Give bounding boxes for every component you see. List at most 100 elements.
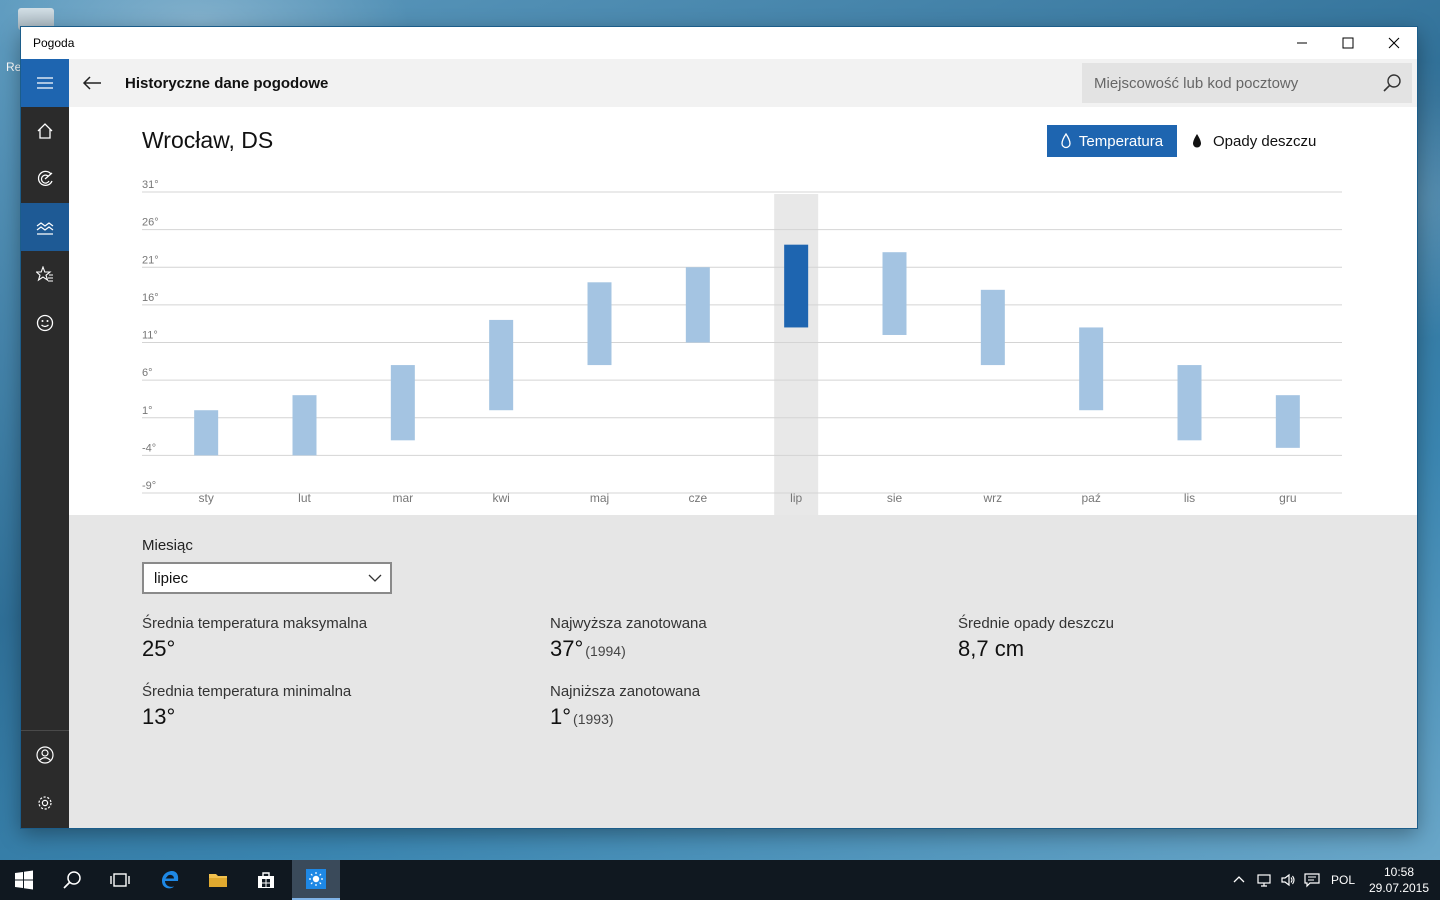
rain-toggle-button[interactable]: Opady deszczu — [1191, 125, 1316, 157]
volume-tray-button[interactable] — [1280, 860, 1296, 900]
nav-maps-button[interactable] — [21, 155, 69, 203]
app-header: Historyczne dane pogodowe — [69, 59, 1417, 107]
start-button[interactable] — [0, 860, 48, 900]
network-icon — [1257, 874, 1271, 887]
favorites-icon — [36, 266, 53, 282]
x-tick-label[interactable]: cze — [688, 491, 707, 505]
historical-chart-icon — [36, 222, 54, 235]
highest-recorded-value: 37° — [550, 636, 584, 661]
search-input[interactable] — [1082, 63, 1384, 103]
highest-recorded-label: Najwyższa zanotowana — [550, 615, 707, 632]
nav-forecast-button[interactable] — [21, 107, 69, 155]
thermometer-icon — [1061, 133, 1071, 149]
temperature-range-bar-lut[interactable] — [292, 395, 317, 456]
temperature-range-bar-mar[interactable] — [390, 365, 415, 441]
sun-icon — [306, 869, 326, 889]
minimize-button[interactable] — [1279, 27, 1325, 59]
weather-app-window: Pogoda Historyczne dane pogodowe Miejsco… — [21, 27, 1417, 828]
avg-rain-label: Średnie opady deszczu — [958, 615, 1114, 632]
window-title: Pogoda — [33, 36, 75, 50]
temperature-toggle-label: Temperatura — [1078, 132, 1164, 150]
raindrop-icon — [1193, 134, 1201, 148]
edge-browser-button[interactable] — [146, 860, 194, 900]
historical-chart-panel: 31° 26° 21° 16° 11° 6° 1° -4° -9° sty lut mar kwi maj… — [69, 107, 1417, 515]
x-tick-label[interactable]: mar — [392, 491, 413, 505]
back-arrow-icon — [82, 76, 101, 90]
selected-month-column — [774, 194, 819, 515]
windows-logo-icon — [15, 870, 33, 890]
temperature-range-bar-paź[interactable] — [1079, 327, 1104, 411]
location-name: Wrocław, DS — [142, 127, 274, 153]
temperature-range-bar-gru[interactable] — [1275, 395, 1300, 448]
hamburger-menu-button[interactable] — [21, 59, 69, 107]
temperature-range-bar-wrz[interactable] — [980, 289, 1005, 366]
avg-max-temp-label: Średnia temperatura maksymalna — [142, 615, 368, 632]
input-language-indicator[interactable]: POL — [1331, 873, 1355, 887]
nav-favorites-button[interactable] — [21, 251, 69, 299]
taskbar: POL 10:58 29.07.2015 — [0, 860, 1440, 900]
temperature-range-bar-cze[interactable] — [685, 267, 710, 343]
search-icon[interactable] — [1382, 73, 1402, 93]
x-tick-label[interactable]: sty — [198, 491, 213, 505]
temperature-range-bar-lis[interactable] — [1177, 365, 1202, 441]
avg-max-temp-value: 25° — [142, 636, 176, 661]
rain-toggle-label: Opady deszczu — [1213, 132, 1317, 150]
account-button[interactable] — [21, 731, 69, 779]
smiley-icon — [36, 314, 54, 332]
highest-recorded-stat: Najwyższa zanotowana 37° (1994) — [550, 615, 707, 662]
search-box — [1082, 63, 1412, 103]
x-tick-label[interactable]: kwi — [492, 491, 509, 505]
navigation-rail — [21, 59, 69, 828]
y-tick-label: -9° — [142, 480, 156, 492]
nav-feedback-button[interactable] — [21, 299, 69, 347]
x-tick-label[interactable]: lut — [298, 491, 311, 505]
store-button[interactable] — [242, 860, 290, 900]
x-tick-label[interactable]: lis — [1184, 491, 1195, 505]
month-dropdown[interactable]: lipiec — [142, 562, 392, 594]
show-hidden-icons-button[interactable] — [1231, 860, 1247, 900]
settings-button[interactable] — [21, 779, 69, 827]
temperature-range-bar-kwi[interactable] — [489, 319, 514, 411]
x-tick-label[interactable]: gru — [1279, 491, 1296, 505]
clock-date: 29.07.2015 — [1368, 881, 1430, 895]
weather-app-taskbar-button[interactable] — [292, 860, 340, 900]
avg-rain-value: 8,7 cm — [958, 636, 1025, 661]
nav-historical-button[interactable] — [21, 203, 69, 251]
x-tick-label[interactable]: wrz — [982, 491, 1002, 505]
temperature-range-bar-lip[interactable] — [784, 244, 809, 328]
highest-recorded-year: (1994) — [585, 643, 626, 659]
speaker-icon — [1281, 873, 1295, 887]
file-explorer-button[interactable] — [194, 860, 242, 900]
y-tick-label: -4° — [142, 442, 156, 454]
task-view-button[interactable] — [96, 860, 144, 900]
close-button[interactable] — [1371, 27, 1417, 59]
x-tick-label[interactable]: paź — [1081, 491, 1100, 505]
gear-icon — [38, 796, 52, 810]
maximize-button[interactable] — [1325, 27, 1371, 59]
temperature-toggle-button[interactable]: Temperatura — [1047, 125, 1177, 157]
title-bar: Pogoda — [21, 27, 1417, 59]
lowest-recorded-value: 1° — [550, 704, 572, 729]
action-center-button[interactable] — [1304, 860, 1320, 900]
back-button[interactable] — [79, 71, 105, 95]
network-tray-button[interactable] — [1256, 860, 1272, 900]
account-icon — [36, 746, 54, 764]
x-tick-label[interactable]: lip — [790, 491, 802, 505]
chevron-down-icon — [368, 574, 382, 582]
desktop-icon-label: Re — [6, 60, 22, 74]
avg-min-temp-stat: Średnia temperatura minimalna 13° — [142, 683, 351, 730]
lowest-recorded-stat: Najniższa zanotowana 1° (1993) — [550, 683, 700, 730]
y-tick-label: 16° — [142, 292, 159, 304]
x-tick-label[interactable]: maj — [590, 491, 609, 505]
temperature-range-bar-maj[interactable] — [587, 282, 612, 366]
search-taskbar-button[interactable] — [48, 860, 96, 900]
month-dropdown-value: lipiec — [154, 569, 189, 587]
taskbar-clock[interactable]: 10:58 29.07.2015 — [1368, 864, 1430, 896]
temperature-range-bar-sie[interactable] — [882, 252, 907, 335]
x-tick-label[interactable]: sie — [887, 491, 903, 505]
avg-min-temp-value: 13° — [142, 704, 176, 729]
temperature-range-bar-sty[interactable] — [194, 410, 219, 456]
y-tick-label: 11° — [142, 330, 158, 342]
clock-time: 10:58 — [1383, 865, 1415, 879]
y-tick-label: 6° — [142, 367, 153, 379]
